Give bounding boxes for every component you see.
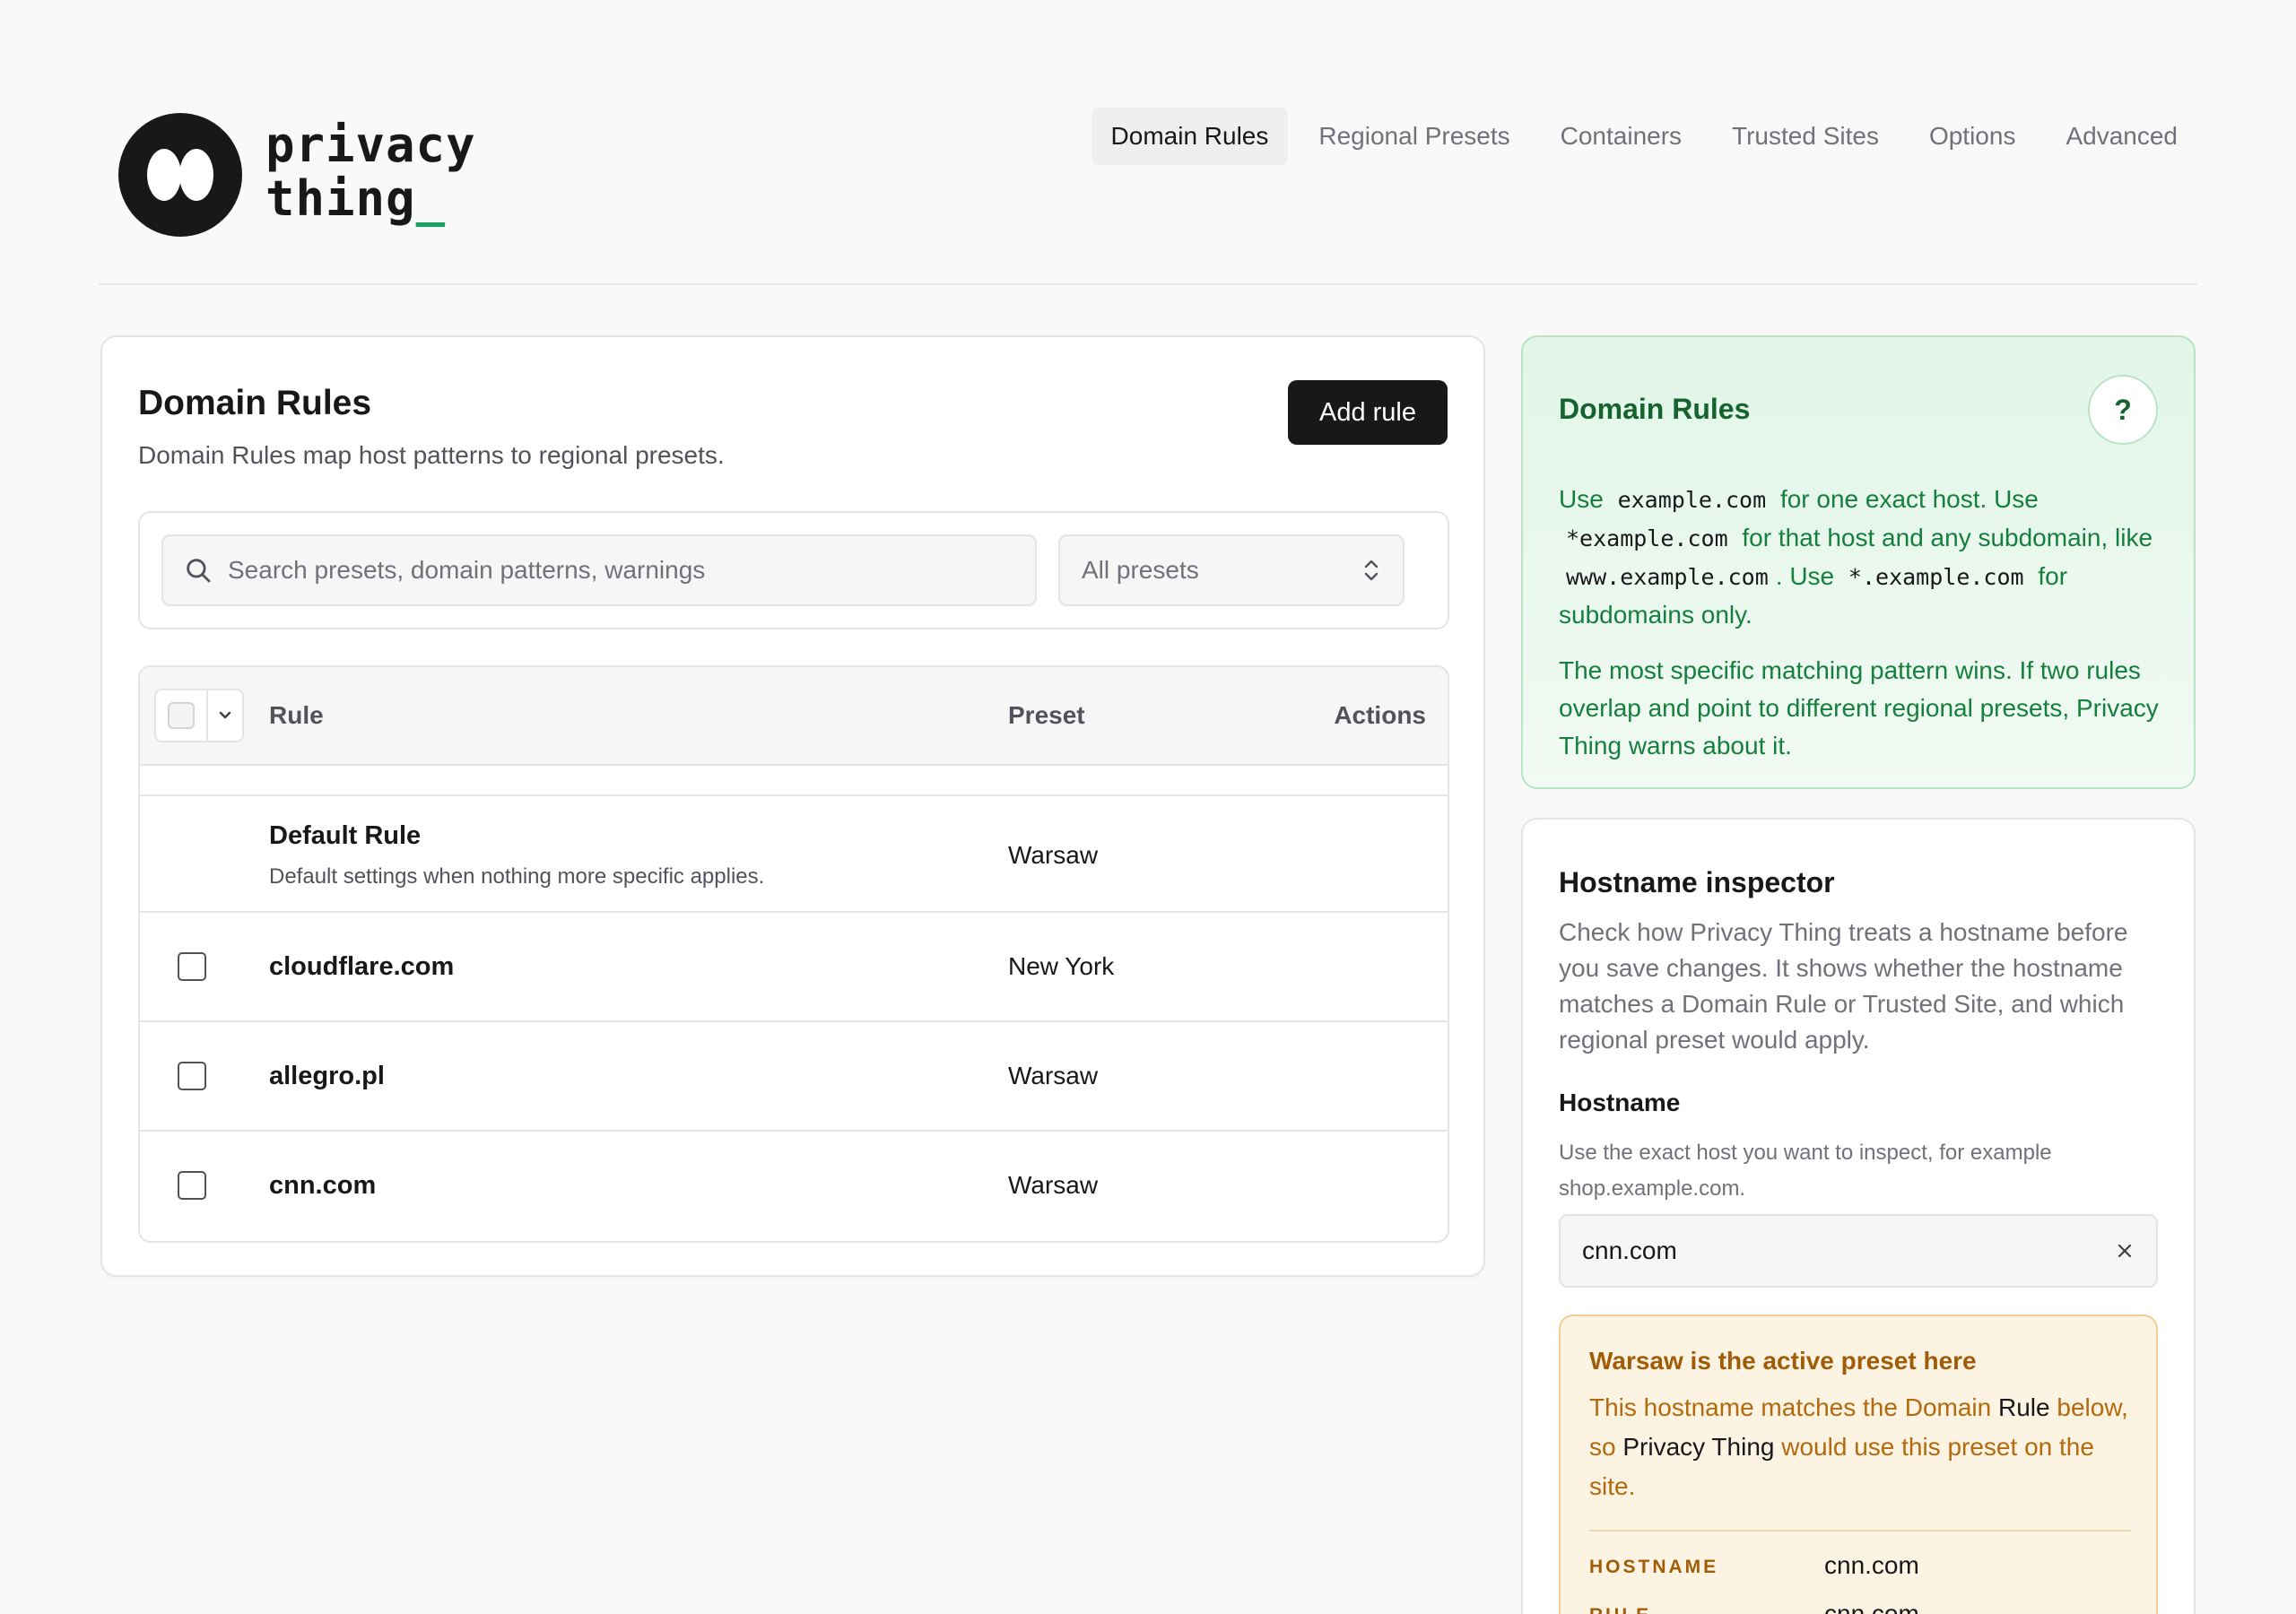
result-text: This hostname matches the Domain — [1589, 1393, 1992, 1421]
search-input[interactable]: Search presets, domain patterns, warning… — [161, 534, 1037, 606]
detail-key-hostname: HOSTNAME — [1589, 1557, 1719, 1577]
rule-name: allegro.pl — [269, 1062, 385, 1090]
detail-value-hostname: cnn.com — [1824, 1551, 1919, 1579]
rule-preset: New York — [1008, 952, 1115, 980]
result-product-name: Privacy Thing — [1622, 1433, 1775, 1461]
help-text: . Use — [1775, 562, 1835, 590]
search-placeholder: Search presets, domain patterns, warning… — [228, 556, 706, 584]
hostname-field-help: Use the exact host you want to inspect, … — [1559, 1141, 2052, 1201]
rule-name: cnn.com — [269, 1171, 377, 1200]
chevron-up-down-icon — [1364, 560, 1378, 581]
pattern-exact-code: example.com — [1617, 487, 1767, 513]
table-row[interactable]: cnn.com Warsaw — [140, 1132, 1448, 1241]
domain-rules-card: Domain Rules Domain Rules map host patte… — [100, 335, 1485, 1277]
search-icon — [187, 559, 211, 583]
default-rule-description: Default settings when nothing more speci… — [269, 864, 765, 889]
page-title: Domain Rules — [138, 384, 372, 422]
column-header-rule[interactable]: Rule — [269, 701, 324, 730]
tab-regional-presets[interactable]: Regional Presets — [1299, 108, 1529, 165]
column-header-preset[interactable]: Preset — [1008, 701, 1085, 730]
logo-eye-left — [147, 149, 181, 201]
inspector-title: Hostname inspector — [1559, 866, 1835, 898]
result-rule-link[interactable]: Rule — [1998, 1393, 2050, 1421]
main-nav: Domain Rules Regional Presets Containers… — [1081, 108, 2197, 165]
default-rule-name: Default Rule — [269, 821, 422, 850]
table-spacer — [140, 766, 1448, 796]
help-card-title: Domain Rules — [1559, 393, 1751, 425]
help-paragraph-precedence: The most specific matching pattern wins.… — [1559, 656, 2159, 759]
app-header: privacy thing_ Domain Rules Regional Pre… — [99, 0, 2197, 285]
hostname-input-value: cnn.com — [1582, 1237, 1677, 1264]
clear-icon[interactable] — [2115, 1241, 2135, 1261]
rules-table: Rule Preset Actions Default Rule Default… — [138, 665, 1449, 1243]
default-rule-preset: Warsaw — [1008, 841, 1099, 869]
tab-containers[interactable]: Containers — [1541, 108, 1701, 165]
table-row[interactable]: cloudflare.com New York — [140, 913, 1448, 1022]
help-text: for one exact host. Use — [1779, 485, 2039, 513]
result-body: This hostname matches the Domain Rule be… — [1589, 1388, 2136, 1506]
logo-mark-icon — [118, 113, 242, 237]
detail-value-rule: cnn.com — [1824, 1600, 1919, 1614]
preset-filter-select[interactable]: All presets — [1058, 534, 1405, 606]
hostname-inspector-card: Hostname inspector Check how Privacy Thi… — [1521, 818, 2196, 1614]
pattern-subdomain-code: *.example.com — [1848, 564, 2024, 590]
help-paragraph-patterns: Use example.com for one exact host. Use … — [1559, 481, 2169, 634]
inspector-description: Check how Privacy Thing treats a hostnam… — [1559, 918, 2128, 1054]
detail-key-rule: RULE — [1589, 1605, 1651, 1614]
result-divider — [1589, 1530, 2131, 1532]
tab-trusted-sites[interactable]: Trusted Sites — [1712, 108, 1899, 165]
logo-line-2: thing — [265, 170, 416, 227]
inspection-result-panel: Warsaw is the active preset here This ho… — [1559, 1315, 2158, 1614]
pattern-example-code: www.example.com — [1566, 564, 1769, 590]
row-checkbox[interactable] — [178, 952, 206, 981]
select-all-checkbox[interactable] — [168, 702, 195, 729]
logo-line-1: privacy — [265, 117, 476, 173]
row-checkbox[interactable] — [178, 1062, 206, 1090]
help-card-body: Use example.com for one exact host. Use … — [1559, 481, 2169, 783]
hostname-input[interactable]: cnn.com — [1559, 1214, 2158, 1288]
result-title: Warsaw is the active preset here — [1589, 1347, 1977, 1375]
table-row[interactable]: allegro.pl Warsaw — [140, 1022, 1448, 1132]
help-text: for that host and any subdomain, like — [1742, 524, 2153, 551]
rule-name: cloudflare.com — [269, 952, 455, 981]
page-subtitle: Domain Rules map host patterns to region… — [138, 441, 725, 469]
filter-bar: Search presets, domain patterns, warning… — [138, 511, 1449, 629]
select-all-checkbox-wrap[interactable] — [156, 690, 208, 741]
logo-eye-right — [179, 149, 213, 201]
table-row-default[interactable]: Default Rule Default settings when nothi… — [140, 798, 1448, 913]
logo-wordmark: privacy thing_ — [265, 118, 476, 226]
tab-domain-rules[interactable]: Domain Rules — [1091, 108, 1289, 165]
domain-rules-help-card: Domain Rules ? Use example.com for one e… — [1521, 335, 2196, 789]
bulk-select-control — [154, 689, 244, 742]
row-checkbox[interactable] — [178, 1171, 206, 1200]
hostname-field-label: Hostname — [1559, 1089, 1681, 1116]
tab-options[interactable]: Options — [1909, 108, 2036, 165]
app-logo[interactable]: privacy thing_ — [118, 113, 476, 237]
rule-preset: Warsaw — [1008, 1062, 1099, 1089]
bulk-actions-dropdown[interactable] — [208, 690, 242, 741]
rule-preset: Warsaw — [1008, 1171, 1099, 1199]
add-rule-button[interactable]: Add rule — [1288, 380, 1448, 445]
table-header: Rule Preset Actions — [140, 667, 1448, 766]
help-text: Use — [1559, 485, 1604, 513]
preset-filter-value: All presets — [1082, 556, 1199, 584]
pattern-wildcard-code: *example.com — [1566, 525, 1728, 551]
logo-cursor: _ — [415, 170, 447, 227]
chevron-down-icon — [219, 711, 231, 719]
tab-advanced[interactable]: Advanced — [2046, 108, 2197, 165]
help-button[interactable]: ? — [2088, 375, 2158, 445]
column-header-actions: Actions — [1334, 701, 1426, 729]
